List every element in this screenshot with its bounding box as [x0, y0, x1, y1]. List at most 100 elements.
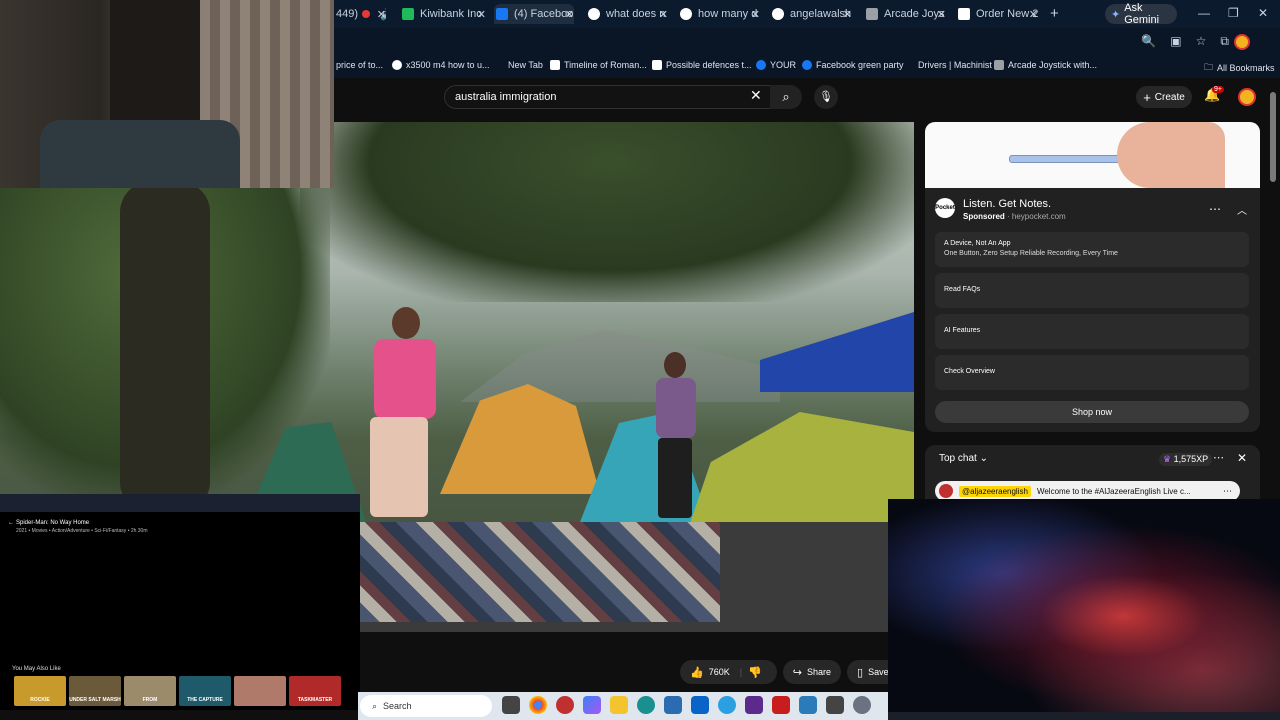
share-button[interactable]: ↪ Share	[782, 660, 842, 684]
facebook-icon	[496, 8, 508, 20]
ad-sitelink[interactable]: A Device, Not An App One Button, Zero Se…	[935, 232, 1249, 267]
edge-icon[interactable]	[637, 696, 655, 714]
new-tab-button[interactable]: +	[1050, 5, 1059, 22]
advertiser-logo[interactable]: Pocket	[935, 198, 955, 218]
create-button[interactable]: + Create	[1136, 86, 1192, 108]
webcam-overlay	[0, 0, 334, 188]
voice-search-button[interactable]: 🎙	[814, 85, 838, 109]
bookmark-icon: ▯	[857, 666, 864, 679]
streaming-title: Spider-Man: No Way Home	[16, 520, 90, 526]
browser-tab[interactable]: angelawalsh ✕	[772, 4, 852, 24]
google-icon	[588, 8, 600, 20]
xp-badge[interactable]: ♛ 1,575XP	[1159, 453, 1213, 466]
extensions-icon[interactable]: ⧉	[1220, 34, 1229, 49]
file-explorer-icon[interactable]	[610, 696, 628, 714]
app-icon[interactable]	[772, 696, 790, 714]
chat-more-options-icon[interactable]: ⋯	[1213, 451, 1224, 464]
browser-tab[interactable]: (4) Facebook ✕	[494, 4, 574, 24]
recommendation-thumbnail[interactable]	[234, 676, 286, 706]
close-tab-icon[interactable]: ✕	[477, 8, 486, 21]
page-scrollbar[interactable]	[1270, 92, 1276, 182]
close-tab-icon[interactable]: ✕	[565, 8, 574, 21]
telegram-icon[interactable]	[718, 696, 736, 714]
tab-label: how many d	[698, 8, 758, 20]
maximize-button[interactable]: ❐	[1228, 6, 1239, 20]
zoom-icon[interactable]: 🔍	[1141, 34, 1156, 49]
close-tab-icon[interactable]: ✕	[659, 8, 668, 21]
recommendation-thumbnail[interactable]: UNDER SALT MARSH	[69, 676, 121, 706]
close-window-button[interactable]: ✕	[1258, 6, 1268, 20]
clear-search-icon[interactable]: ✕	[750, 87, 762, 104]
chat-mode-dropdown[interactable]: Top chat ⌄	[939, 453, 988, 464]
bookmark-item[interactable]: price of to...	[336, 60, 383, 70]
all-bookmarks-button[interactable]: 🗀 All Bookmarks	[1204, 60, 1275, 76]
outlook-icon[interactable]	[691, 696, 709, 714]
thumbs-down-icon[interactable]: 👎	[748, 666, 762, 679]
browser-tab[interactable]: Order New 2 ✕	[958, 4, 1038, 24]
ad-sitelink[interactable]: Check Overview	[935, 355, 1249, 390]
desktop-wallpaper-overlay	[888, 499, 1280, 712]
video-actions: 👍 760K | 👎 ↪ Share ▯ Save	[680, 660, 899, 684]
browser-tab[interactable]: what does n ✕	[588, 4, 668, 24]
search-button[interactable]: ⌕	[770, 85, 802, 109]
close-tab-icon[interactable]: ✕	[843, 8, 852, 21]
taskbar-search[interactable]: ⌕ Search	[360, 695, 492, 717]
bookmark-item[interactable]: x3500 m4 how to u...	[392, 60, 490, 70]
shop-now-button[interactable]: Shop now	[935, 401, 1249, 423]
search-icon: ⌕	[372, 700, 378, 711]
ad-title[interactable]: Listen. Get Notes.	[963, 198, 1051, 210]
message-options-icon[interactable]: ⋯	[1223, 486, 1232, 497]
browser-tab[interactable]: how many d ✕	[680, 4, 760, 24]
bookmark-item[interactable]: Drivers | Machinist	[918, 60, 992, 70]
like-count: 760K	[708, 667, 730, 677]
bookmark-item[interactable]: New Tab	[508, 60, 543, 70]
back-arrow-icon[interactable]: ←	[8, 520, 14, 526]
store-icon[interactable]	[664, 696, 682, 714]
task-view-icon[interactable]	[502, 696, 520, 714]
chevron-up-icon[interactable]: ︿	[1237, 202, 1247, 217]
browser-tab[interactable]: Arcade Joys ✕	[866, 4, 946, 24]
ad-sitelink[interactable]: AI Features	[935, 314, 1249, 349]
webcam-door	[110, 0, 200, 130]
browser-tab[interactable]: Kiwibank Inc ✕	[402, 4, 486, 24]
ad-sitelink[interactable]: Read FAQs	[935, 273, 1249, 308]
close-tab-icon[interactable]: ✕	[937, 8, 946, 21]
app-icon[interactable]	[745, 696, 763, 714]
bookmark-star-icon[interactable]: ☆	[1196, 34, 1207, 49]
pinned-chat-message[interactable]: @aljazeeraenglish Welcome to the #AlJaze…	[935, 481, 1240, 501]
recommendation-thumbnail[interactable]: THE CAPTURE	[179, 676, 231, 706]
app-icon[interactable]	[556, 696, 574, 714]
close-tab-icon[interactable]: ✕	[751, 8, 760, 21]
cast-icon[interactable]: ▣	[1170, 34, 1181, 49]
recommendation-thumbnail[interactable]: ROCKIE	[14, 676, 66, 706]
minimize-button[interactable]: —	[1198, 6, 1210, 20]
sponsored-label: Sponsored	[963, 212, 1005, 221]
recommendation-thumbnail[interactable]: TASKMASTER	[289, 676, 341, 706]
browser-profile-avatar[interactable]	[1234, 34, 1250, 50]
bookmark-item[interactable]: Arcade Joystick with...	[994, 60, 1097, 70]
app-icon[interactable]	[826, 696, 844, 714]
bookmark-item[interactable]: Facebook green party	[802, 60, 904, 70]
ad-image[interactable]	[925, 122, 1260, 188]
browser-tab[interactable]: 449) 🔊 ✕	[336, 4, 386, 24]
like-button[interactable]: 👍 760K | 👎	[680, 660, 777, 684]
more-options-icon[interactable]: ⋯	[1209, 202, 1221, 216]
chrome-icon[interactable]	[529, 696, 547, 714]
google-icon	[680, 8, 692, 20]
photos-icon[interactable]	[799, 696, 817, 714]
bookmark-item[interactable]: YOUR	[756, 60, 796, 70]
chat-close-icon[interactable]: ✕	[1237, 451, 1247, 465]
search-input[interactable]: australia immigration	[444, 85, 772, 109]
joystick-icon	[866, 8, 878, 20]
recommendation-thumbnail[interactable]: FROM	[124, 676, 176, 706]
close-tab-icon[interactable]: ✕	[377, 8, 386, 21]
ask-gemini-button[interactable]: ✦ Ask Gemini	[1105, 2, 1177, 26]
avatar[interactable]	[1238, 88, 1256, 106]
wikipedia-icon	[958, 8, 970, 20]
close-tab-icon[interactable]: ✕	[1029, 8, 1038, 21]
bookmark-label: price of to...	[336, 60, 384, 70]
settings-gear-icon[interactable]	[853, 696, 871, 714]
bookmark-item[interactable]: Possible defences t...	[652, 60, 752, 70]
bookmark-item[interactable]: Timeline of Roman...	[550, 60, 647, 70]
copilot-icon[interactable]	[583, 696, 601, 714]
